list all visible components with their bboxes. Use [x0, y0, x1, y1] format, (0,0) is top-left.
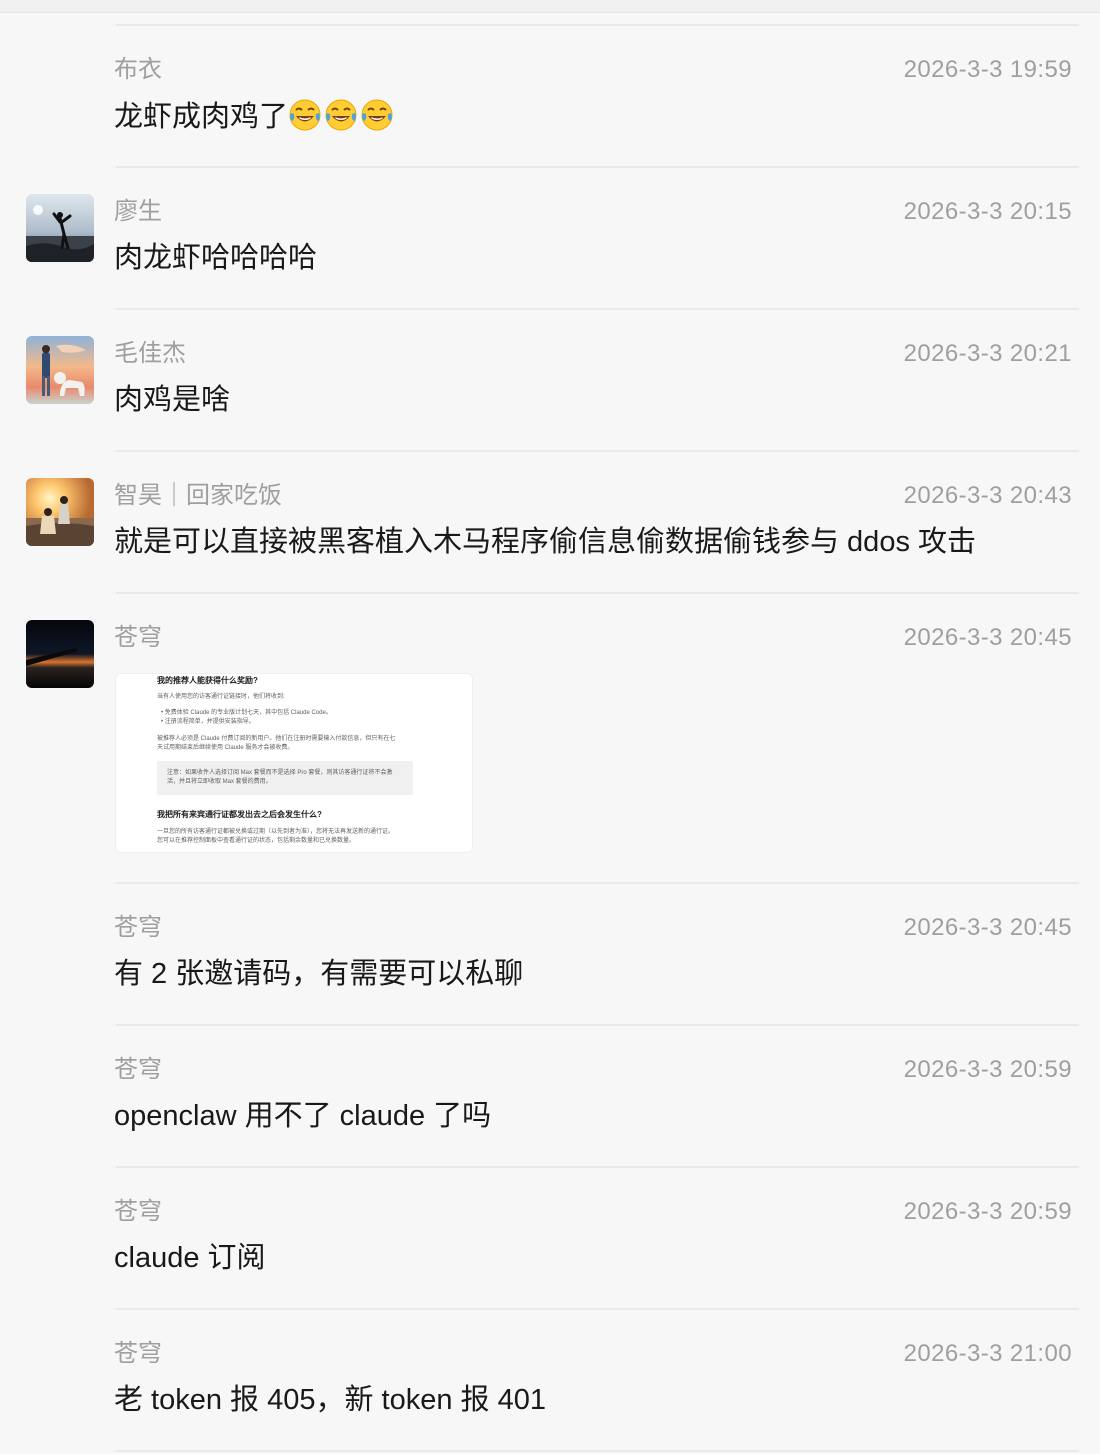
- message-text: 就是可以直接被黑客植入木马程序偷信息偷数据偷钱参与 ddos 攻击: [114, 526, 977, 558]
- message-text: 肉龙虾哈哈哈哈: [114, 242, 318, 274]
- message-timestamp: 2026-3-3 20:59: [903, 1198, 1072, 1225]
- message-divider: [116, 24, 1079, 26]
- tears-of-joy-emoji: [325, 99, 357, 131]
- message-text-row: 龙虾成肉鸡了: [114, 98, 396, 135]
- message-text: 老 token 报 405，新 token 报 401: [114, 1384, 546, 1416]
- chat-message-list: 布衣 2026-3-3 19:59 龙虾成肉鸡了 廖生 2026-3-3 20:…: [0, 0, 1100, 1454]
- avatar[interactable]: [26, 194, 94, 262]
- message-divider: [116, 1308, 1079, 1310]
- message-timestamp: 2026-3-3 20:15: [903, 198, 1072, 225]
- previous-message-edge: [0, 0, 1100, 13]
- message-divider: [116, 882, 1079, 884]
- screenshot-text: • 注册流程简单，并提供安装指导。: [161, 719, 255, 725]
- message-timestamp: 2026-3-3 20:21: [903, 340, 1072, 367]
- message-timestamp: 2026-3-3 19:59: [903, 56, 1072, 83]
- sender-name[interactable]: 廖生: [114, 197, 162, 227]
- message-text: 有 2 张邀请码，有需要可以私聊: [114, 958, 524, 990]
- screenshot-text: 天试用期结束后继续使用 Claude 服务才会被收费。: [157, 745, 294, 751]
- tears-of-joy-emoji: [361, 99, 393, 131]
- sender-name[interactable]: 布衣: [114, 55, 162, 85]
- seaside-jumping-person-avatar: [26, 194, 94, 262]
- message-timestamp: 2026-3-3 21:00: [903, 1340, 1072, 1367]
- screenshot-heading: 我的推荐人能获得什么奖励?: [157, 676, 258, 685]
- screenshot-text: 当有人使用您的访客通行证链接时，他们将收到:: [157, 694, 285, 700]
- screenshot-text: 被推荐人必须是 Claude 付费订阅的新用户。他们在注册时需要输入付款信息，但…: [157, 736, 396, 742]
- avatar[interactable]: [26, 478, 94, 546]
- message-divider: [116, 166, 1079, 168]
- tears-of-joy-emoji: [289, 99, 321, 131]
- screenshot-text: 一旦您的所有访客通行证都被兑换或过期（以先到者为准），您将无法再发送新的通行证。: [157, 829, 395, 835]
- message-text: openclaw 用不了 claude 了吗: [114, 1100, 492, 1132]
- message-timestamp: 2026-3-3 20:45: [903, 624, 1072, 651]
- sender-name[interactable]: 苍穹: [114, 1339, 162, 1369]
- night-sky-airplane-wing-avatar: [26, 620, 94, 688]
- shared-screenshot-image[interactable]: 我的推荐人能获得什么奖励? 当有人使用您的访客通行证链接时，他们将收到: • 免…: [115, 673, 473, 853]
- screenshot-text: 活，并且将立即收取 Max 套餐的费用。: [167, 779, 272, 785]
- sender-name[interactable]: 智昊｜回家吃饭: [114, 481, 282, 511]
- screenshot-text: • 免费体验 Claude 的专业版计划七天，其中包括 Claude Code。: [161, 710, 332, 716]
- sender-name[interactable]: 苍穹: [114, 1197, 162, 1227]
- message-timestamp: 2026-3-3 20:59: [903, 1056, 1072, 1083]
- beach-sunset-couple-avatar: [26, 478, 94, 546]
- sender-name[interactable]: 苍穹: [114, 1055, 162, 1085]
- message-text: 肉鸡是啥: [114, 384, 231, 416]
- message-divider: [116, 592, 1079, 594]
- message-divider: [116, 450, 1079, 452]
- screenshot-text: 您可以在推荐控制面板中查看通行证的状态，包括剩余数量和已兑换数量。: [157, 838, 356, 844]
- screenshot-note-box: 注意：如果收件人选择订阅 Max 套餐而不是选择 Pro 套餐，则其访客通行证将…: [157, 761, 413, 795]
- avatar[interactable]: [26, 620, 94, 688]
- message-text: 龙虾成肉鸡了: [114, 101, 289, 133]
- message-divider: [116, 1024, 1079, 1026]
- message-timestamp: 2026-3-3 20:45: [903, 914, 1072, 941]
- screenshot-heading: 我把所有来宾通行证都发出去之后会发生什么?: [157, 810, 322, 819]
- message-divider: [116, 1166, 1079, 1168]
- sender-name[interactable]: 苍穹: [114, 623, 162, 653]
- screenshot-text: 注意：如果收件人选择订阅 Max 套餐而不是选择 Pro 套餐，则其访客通行证将…: [167, 770, 393, 776]
- sender-name[interactable]: 毛佳杰: [114, 339, 186, 369]
- message-text: claude 订阅: [114, 1242, 266, 1274]
- avatar[interactable]: [26, 336, 94, 404]
- message-divider: [116, 1450, 1079, 1452]
- message-timestamp: 2026-3-3 20:43: [903, 482, 1072, 509]
- message-divider: [116, 308, 1079, 310]
- sunset-person-with-dog-avatar: [26, 336, 94, 404]
- sender-name[interactable]: 苍穹: [114, 913, 162, 943]
